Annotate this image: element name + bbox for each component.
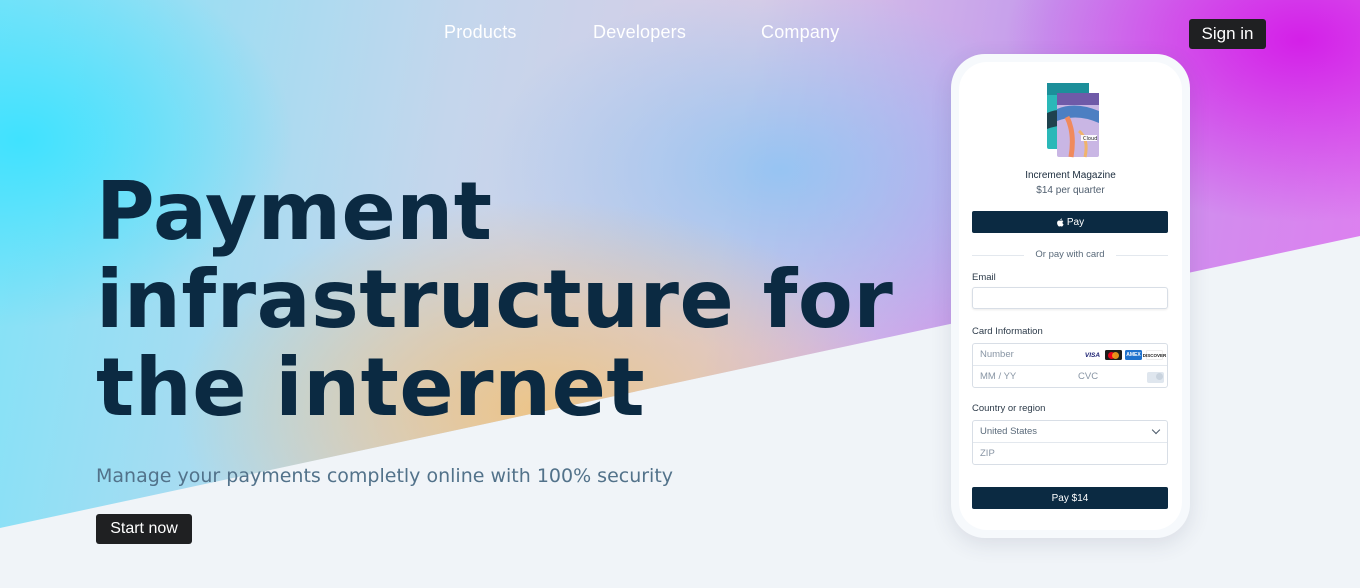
nav-developers-link[interactable]: Developers (593, 22, 686, 43)
checkout-screen: Cloud Increment Magazine $14 per quarter… (959, 62, 1182, 530)
country-zip-group: United States (972, 420, 1168, 465)
headline-line-2: infrastructure for (96, 253, 894, 346)
card-information-group: VISA AMEX DISCOVER (972, 343, 1168, 388)
amex-icon: AMEX (1125, 350, 1142, 360)
card-information-label: Card Information (972, 326, 1043, 337)
svg-text:Cloud: Cloud (1083, 136, 1097, 142)
email-field[interactable] (972, 287, 1168, 309)
hero-headline: Payment infrastructure for the internet (96, 168, 896, 432)
hero-subtitle: Manage your payments completly online wi… (96, 465, 674, 487)
chevron-down-icon (1151, 425, 1161, 435)
phone-mockup: Cloud Increment Magazine $14 per quarter… (951, 54, 1190, 538)
headline-line-1: Payment (96, 165, 493, 258)
country-select[interactable]: United States (973, 421, 1167, 443)
country-value: United States (980, 426, 1038, 437)
divider-line-right (1116, 255, 1168, 256)
nav-products-link[interactable]: Products (444, 22, 517, 43)
divider-text: Or pay with card (1035, 249, 1105, 260)
apple-pay-label: Pay (1066, 216, 1085, 228)
divider-line-left (972, 255, 1024, 256)
apple-pay-button[interactable]: Pay (972, 211, 1168, 233)
card-expiry-field[interactable] (973, 366, 1070, 387)
email-label: Email (972, 272, 996, 283)
product-price: $14 per quarter (1036, 185, 1105, 196)
nav-company-link[interactable]: Company (761, 22, 839, 43)
product-name: Increment Magazine (1025, 170, 1116, 181)
headline-line-3: the internet (96, 341, 646, 434)
discover-icon: DISCOVER (1143, 350, 1166, 360)
country-label: Country or region (972, 403, 1046, 414)
zip-field[interactable] (973, 443, 1167, 464)
magazine-cover-image: Cloud (1047, 83, 1099, 158)
sign-in-button[interactable]: Sign in (1189, 19, 1266, 49)
pay-button[interactable]: Pay $14 (972, 487, 1168, 509)
visa-icon: VISA (1084, 350, 1101, 360)
mastercard-icon (1105, 350, 1122, 360)
cvc-card-icon (1147, 372, 1164, 383)
apple-icon (1056, 217, 1064, 226)
or-pay-with-card-divider: Or pay with card (972, 249, 1168, 261)
start-now-button[interactable]: Start now (96, 514, 192, 544)
